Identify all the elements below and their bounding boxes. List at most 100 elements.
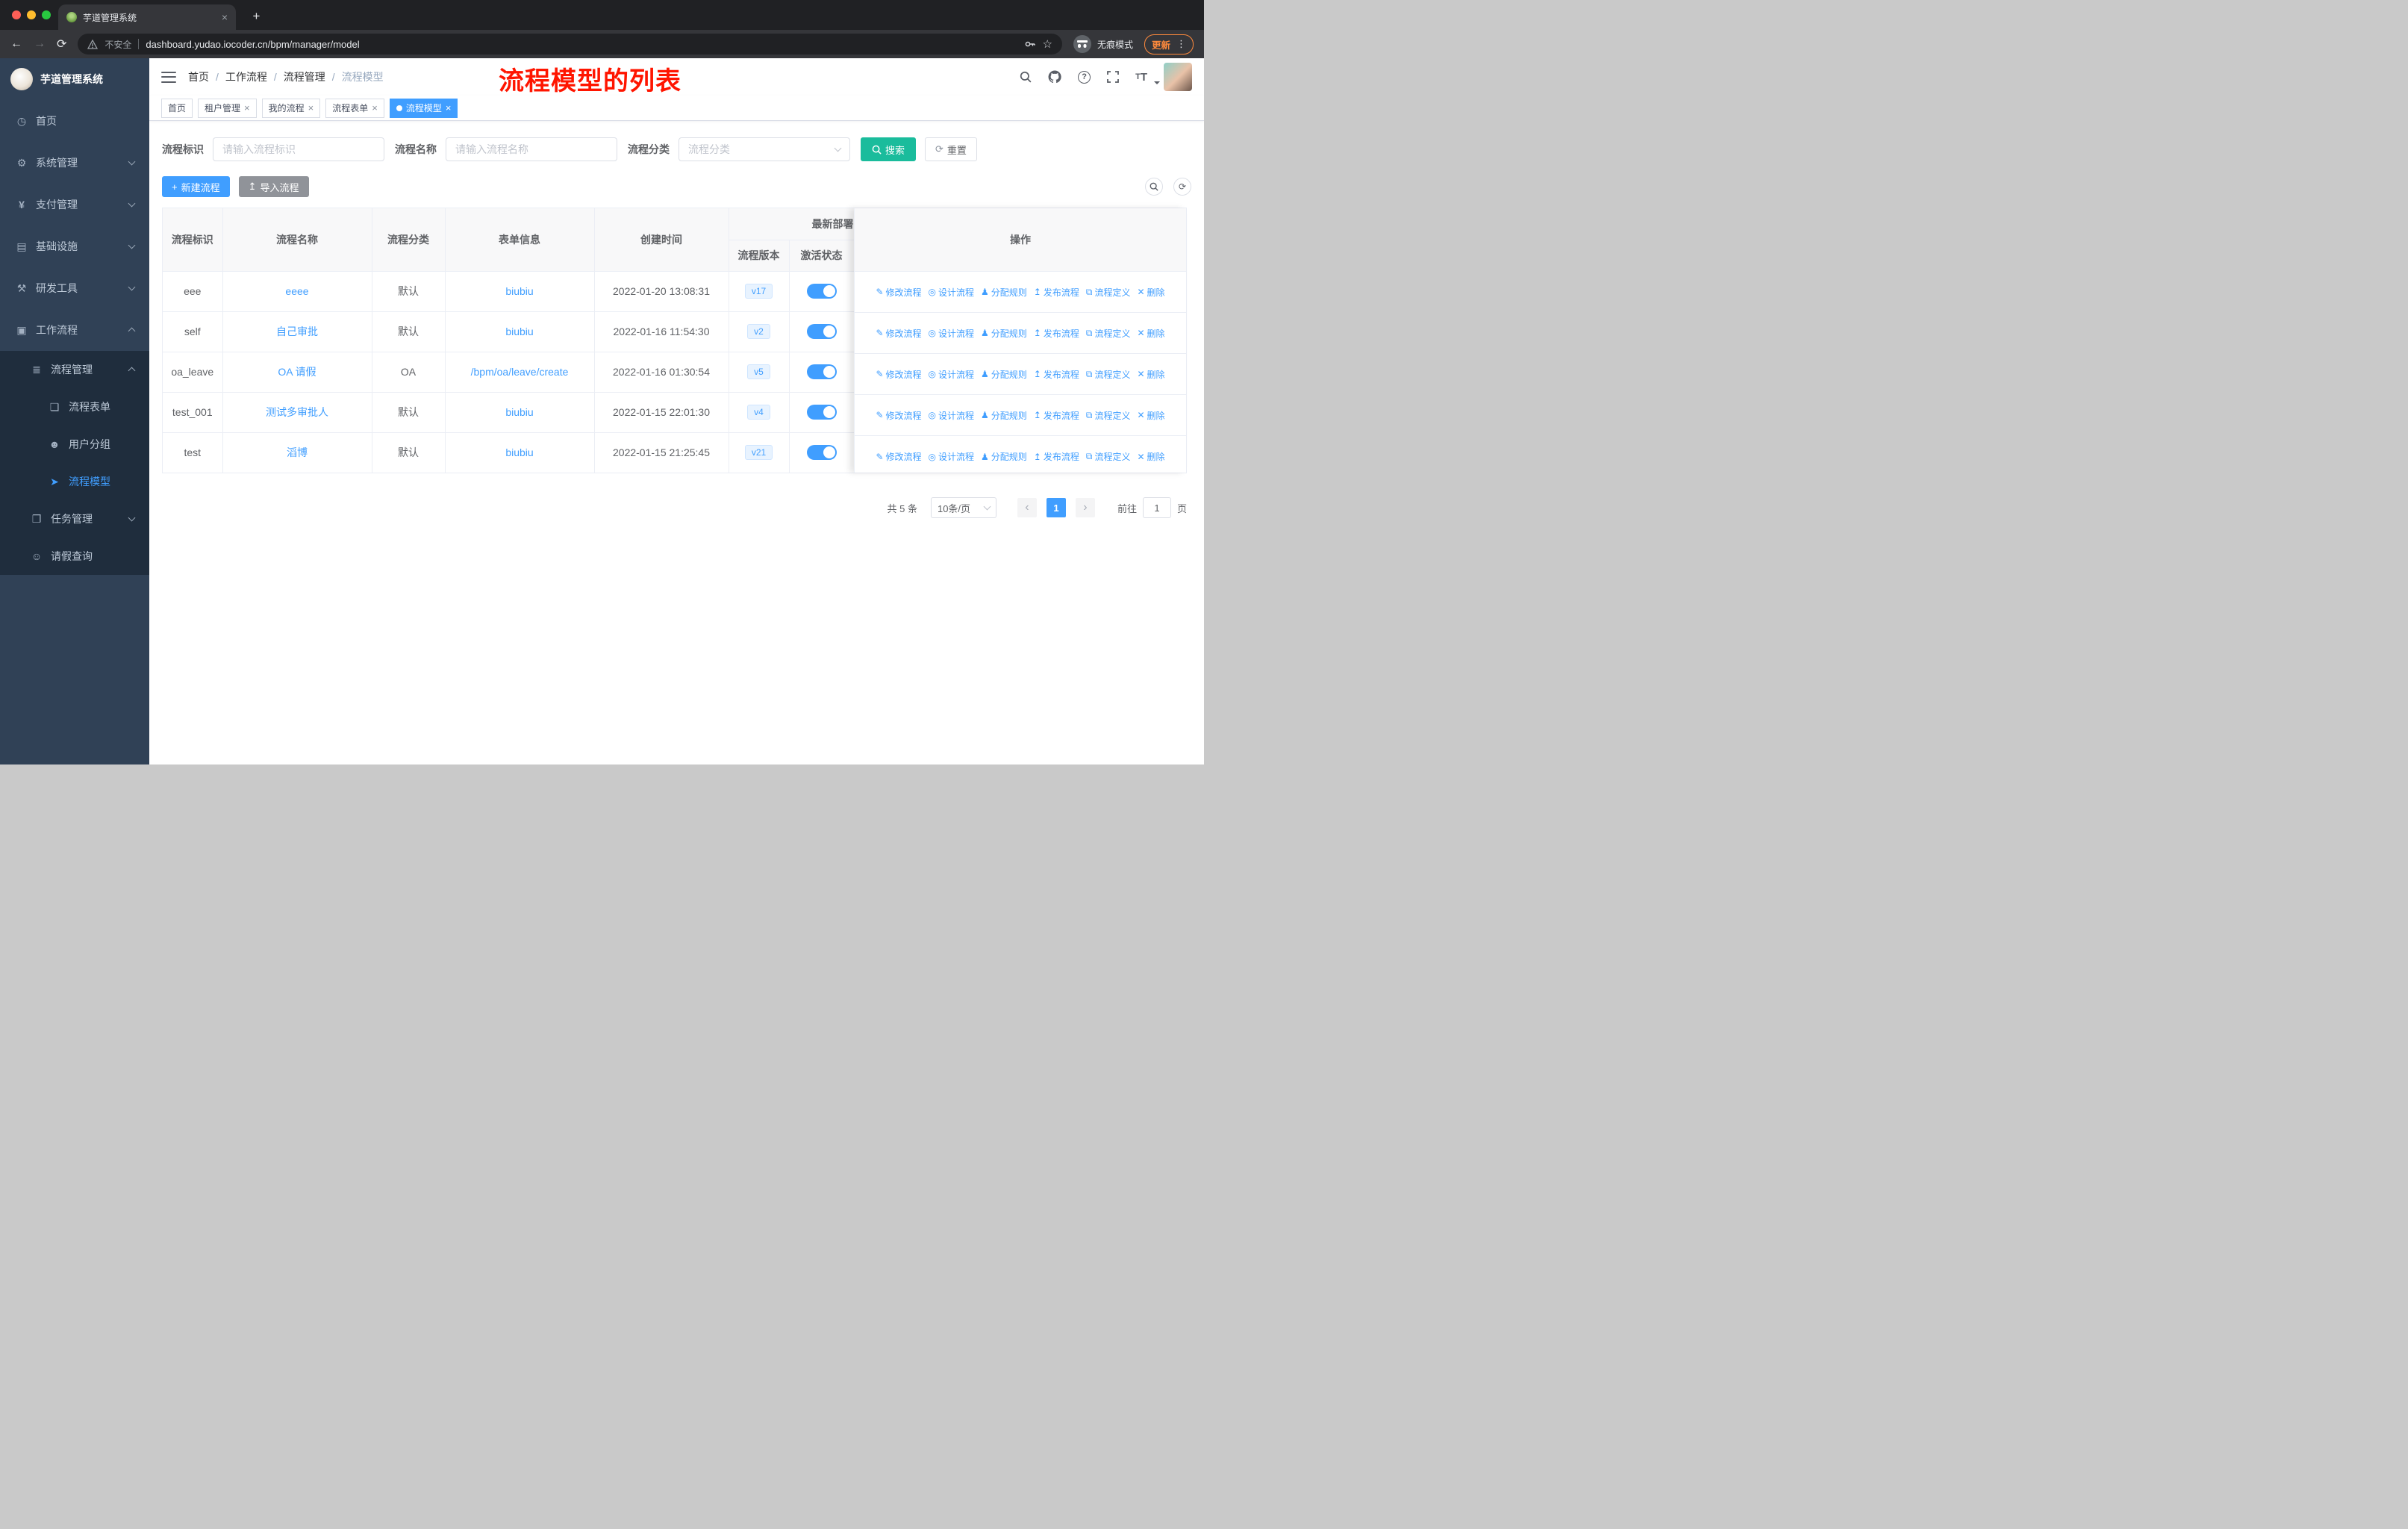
font-size-icon[interactable]: TT bbox=[1135, 71, 1147, 84]
action-modify-process[interactable]: 修改流程 bbox=[876, 450, 922, 463]
close-icon[interactable] bbox=[446, 102, 452, 113]
sidebar-item-task-management[interactable]: 任务管理 bbox=[0, 500, 149, 538]
close-icon[interactable] bbox=[372, 102, 378, 113]
action-publish-process[interactable]: 发布流程 bbox=[1034, 327, 1079, 340]
sidebar-item-infrastructure[interactable]: 基础设施 bbox=[0, 225, 149, 267]
minimize-window-button[interactable] bbox=[27, 10, 36, 19]
page-size-select[interactable]: 10条/页 bbox=[930, 497, 996, 518]
active-toggle[interactable] bbox=[806, 364, 837, 379]
action-process-definition[interactable]: 流程定义 bbox=[1086, 450, 1130, 463]
process-name-link[interactable]: OA 请假 bbox=[278, 366, 316, 378]
action-design-process[interactable]: 设计流程 bbox=[929, 450, 974, 463]
process-name-link[interactable]: 自己审批 bbox=[276, 326, 318, 337]
import-process-button[interactable]: 导入流程 bbox=[238, 176, 309, 197]
action-publish-process[interactable]: 发布流程 bbox=[1034, 409, 1079, 422]
form-info-link[interactable]: biubiu bbox=[505, 285, 533, 297]
action-delete[interactable]: 删除 bbox=[1137, 286, 1165, 299]
process-category-select[interactable]: 流程分类 bbox=[679, 137, 850, 161]
sidebar-item-workflow[interactable]: 工作流程 bbox=[0, 309, 149, 351]
sidebar-item-process-form[interactable]: 流程表单 bbox=[0, 388, 149, 426]
prev-page-button[interactable] bbox=[1017, 498, 1037, 517]
active-toggle[interactable] bbox=[806, 445, 837, 461]
github-icon[interactable] bbox=[1048, 70, 1061, 84]
sidebar-item-user-group[interactable]: 用户分组 bbox=[0, 426, 149, 463]
reset-button[interactable]: 重置 bbox=[925, 137, 977, 161]
action-publish-process[interactable]: 发布流程 bbox=[1034, 368, 1079, 381]
sidebar-item-dev-tools[interactable]: 研发工具 bbox=[0, 267, 149, 309]
active-toggle[interactable] bbox=[806, 405, 837, 420]
process-name-link[interactable]: 滔博 bbox=[287, 446, 308, 458]
new-tab-button[interactable] bbox=[247, 7, 266, 25]
bookmark-star-icon[interactable] bbox=[1043, 37, 1052, 51]
new-process-button[interactable]: 新建流程 bbox=[162, 176, 230, 197]
action-delete[interactable]: 删除 bbox=[1137, 450, 1165, 463]
tab-close-icon[interactable] bbox=[222, 11, 228, 23]
process-name-link[interactable]: 测试多审批人 bbox=[266, 406, 328, 418]
forward-button[interactable] bbox=[34, 37, 46, 51]
action-assign-rules[interactable]: 分配规则 bbox=[981, 368, 1027, 381]
action-delete[interactable]: 删除 bbox=[1137, 409, 1165, 422]
search-icon[interactable] bbox=[1020, 71, 1032, 83]
action-publish-process[interactable]: 发布流程 bbox=[1034, 286, 1079, 299]
action-design-process[interactable]: 设计流程 bbox=[929, 368, 974, 381]
breadcrumb-process-management[interactable]: 流程管理 bbox=[284, 69, 325, 84]
tag-tenant-management[interactable]: 租户管理 bbox=[198, 98, 257, 118]
browser-menu-dots-icon[interactable] bbox=[1176, 38, 1186, 50]
form-info-link[interactable]: biubiu bbox=[505, 406, 533, 418]
browser-tab[interactable]: 芋道管理系统 bbox=[58, 4, 236, 30]
process-name-link[interactable]: eeee bbox=[285, 285, 308, 297]
show-search-toggle-button[interactable] bbox=[1145, 178, 1163, 196]
breadcrumb-workflow[interactable]: 工作流程 bbox=[225, 69, 267, 84]
sidebar-item-process-model[interactable]: 流程模型 bbox=[0, 463, 149, 500]
action-delete[interactable]: 删除 bbox=[1137, 368, 1165, 381]
action-design-process[interactable]: 设计流程 bbox=[929, 327, 974, 340]
form-info-link[interactable]: biubiu bbox=[505, 446, 533, 458]
active-toggle[interactable] bbox=[806, 284, 837, 299]
action-process-definition[interactable]: 流程定义 bbox=[1086, 409, 1130, 422]
user-avatar[interactable] bbox=[1154, 63, 1192, 91]
active-toggle[interactable] bbox=[806, 324, 837, 339]
next-page-button[interactable] bbox=[1075, 498, 1095, 517]
search-button[interactable]: 搜索 bbox=[861, 137, 917, 161]
password-key-icon[interactable] bbox=[1024, 38, 1036, 50]
goto-page-input[interactable] bbox=[1142, 497, 1171, 518]
form-info-link[interactable]: /bpm/oa/leave/create bbox=[471, 366, 569, 378]
hamburger-menu-icon[interactable] bbox=[161, 71, 176, 83]
zoom-window-button[interactable] bbox=[42, 10, 51, 19]
help-icon[interactable]: ? bbox=[1078, 70, 1091, 84]
page-number-1[interactable]: 1 bbox=[1046, 498, 1066, 517]
tag-process-model[interactable]: 流程模型 bbox=[389, 98, 458, 118]
tag-process-form[interactable]: 流程表单 bbox=[325, 98, 384, 118]
reload-button[interactable] bbox=[57, 37, 66, 52]
action-assign-rules[interactable]: 分配规则 bbox=[981, 450, 1027, 463]
chrome-update-button[interactable]: 更新 bbox=[1144, 34, 1194, 55]
security-label[interactable]: 不安全 bbox=[105, 38, 131, 51]
action-process-definition[interactable]: 流程定义 bbox=[1086, 327, 1130, 340]
action-publish-process[interactable]: 发布流程 bbox=[1034, 450, 1079, 463]
action-delete[interactable]: 删除 bbox=[1137, 327, 1165, 340]
address-bar[interactable]: 不安全 dashboard.yudao.iocoder.cn/bpm/manag… bbox=[78, 34, 1062, 55]
process-key-input[interactable] bbox=[213, 137, 384, 161]
action-assign-rules[interactable]: 分配规则 bbox=[981, 409, 1027, 422]
sidebar-item-payment-management[interactable]: 支付管理 bbox=[0, 184, 149, 225]
sidebar-item-process-management[interactable]: 流程管理 bbox=[0, 351, 149, 388]
tag-home[interactable]: 首页 bbox=[161, 98, 193, 118]
close-window-button[interactable] bbox=[12, 10, 21, 19]
url-text[interactable]: dashboard.yudao.iocoder.cn/bpm/manager/m… bbox=[146, 39, 359, 50]
tag-my-process[interactable]: 我的流程 bbox=[261, 98, 321, 118]
action-assign-rules[interactable]: 分配规则 bbox=[981, 327, 1027, 340]
incognito-profile-chip[interactable]: 无痕模式 bbox=[1073, 35, 1133, 53]
action-modify-process[interactable]: 修改流程 bbox=[876, 327, 922, 340]
action-design-process[interactable]: 设计流程 bbox=[929, 286, 974, 299]
sidebar-item-home[interactable]: 首页 bbox=[0, 100, 149, 142]
action-assign-rules[interactable]: 分配规则 bbox=[981, 286, 1027, 299]
sidebar-item-leave-query[interactable]: 请假查询 bbox=[0, 538, 149, 575]
close-icon[interactable] bbox=[244, 102, 250, 113]
action-modify-process[interactable]: 修改流程 bbox=[876, 368, 922, 381]
action-modify-process[interactable]: 修改流程 bbox=[876, 286, 922, 299]
close-icon[interactable] bbox=[308, 102, 314, 113]
not-secure-warning-icon[interactable] bbox=[87, 39, 99, 49]
app-logo[interactable]: 芋道管理系统 bbox=[0, 58, 149, 100]
refresh-table-button[interactable] bbox=[1173, 178, 1191, 196]
action-process-definition[interactable]: 流程定义 bbox=[1086, 286, 1130, 299]
